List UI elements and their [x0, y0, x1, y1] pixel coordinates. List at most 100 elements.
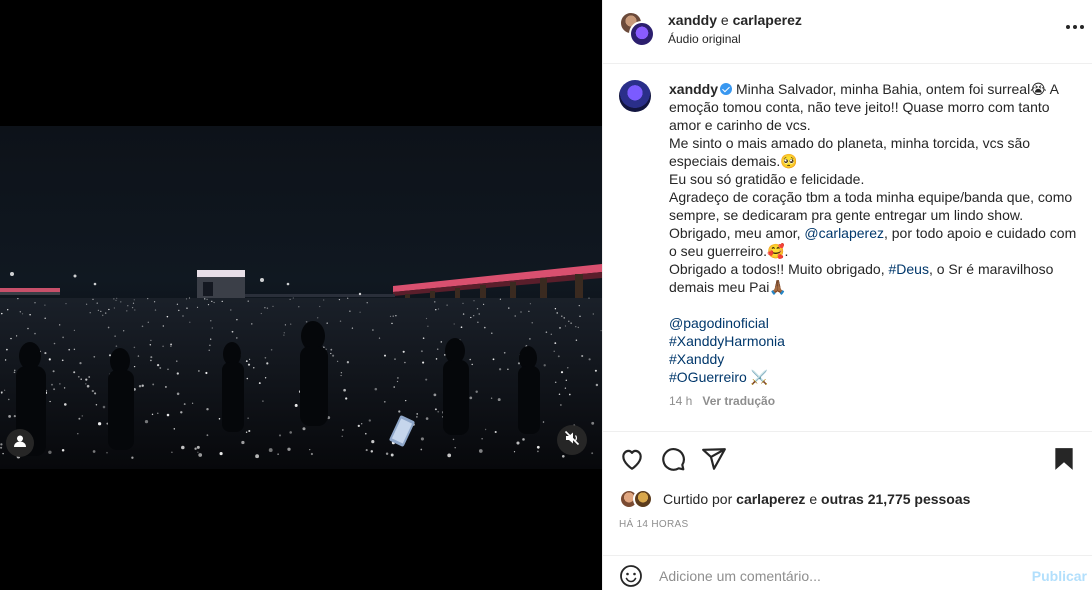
mention-link[interactable]: @carlaperez [804, 225, 884, 241]
crowd-light [150, 339, 152, 342]
liker-link[interactable]: carlaperez [736, 491, 805, 507]
crowd-light [561, 454, 565, 458]
crowd-light [249, 358, 251, 360]
like-button[interactable] [619, 446, 645, 472]
crowd-light [477, 321, 479, 323]
crowd-light [206, 298, 208, 300]
crowd-light [508, 307, 510, 309]
crowd-light [253, 367, 255, 369]
crowd-light [425, 417, 429, 420]
crowd-light [196, 306, 199, 309]
audio-link[interactable]: Áudio original [668, 32, 741, 46]
crowd-light [498, 368, 502, 371]
crowd-light [61, 448, 65, 452]
crowd-light [323, 299, 325, 301]
crowd-light [197, 451, 199, 453]
crowd-light [80, 378, 82, 380]
crowd-light [588, 358, 591, 361]
crowd-light [556, 312, 558, 314]
hashtag-link[interactable]: #Xanddy [669, 350, 1079, 368]
crowd-light [405, 399, 407, 402]
crowd-light [101, 314, 104, 317]
share-button[interactable] [701, 446, 727, 472]
emoji-button[interactable] [619, 564, 643, 588]
comment-button[interactable] [660, 446, 686, 472]
crowd-light [97, 422, 102, 426]
crowd-light [210, 320, 212, 322]
crowd-light [170, 343, 173, 346]
publish-button[interactable]: Publicar [1032, 568, 1087, 584]
crowd-light [150, 356, 153, 359]
crowd-light [591, 421, 595, 425]
crowd-light [529, 303, 532, 305]
crowd-light [170, 345, 172, 347]
translate-link[interactable]: Ver tradução [702, 394, 775, 408]
crowd-light [115, 345, 118, 347]
hashtag-link[interactable]: #OGuerreiro ⚔️ [669, 368, 1079, 386]
crowd-light [63, 403, 67, 406]
mention-link[interactable]: @pagodinoficial [669, 314, 1079, 332]
crowd-light [159, 367, 162, 369]
avatar[interactable] [633, 489, 653, 509]
concert-video[interactable] [0, 126, 602, 469]
hashtag-link[interactable]: #Deus [888, 261, 928, 277]
crowd-light [554, 308, 557, 310]
crowd-light [570, 322, 572, 324]
crowd-light [211, 327, 213, 329]
crowd-light [567, 367, 569, 369]
crowd-light [366, 302, 368, 304]
mute-toggle-button[interactable] [557, 425, 587, 455]
crowd-light [476, 308, 479, 310]
save-button[interactable] [1051, 446, 1077, 472]
likes-count-link[interactable]: outras 21,775 pessoas [821, 491, 970, 507]
crowd-light [437, 410, 440, 413]
tagged-users-button[interactable] [6, 429, 34, 457]
crowd-light [460, 326, 463, 329]
crowd-light [126, 310, 128, 312]
crowd-light [153, 301, 156, 303]
crowd-light [378, 337, 381, 339]
crowd-light [44, 304, 46, 306]
crowd-light [370, 450, 374, 453]
crowd-light [181, 445, 185, 450]
crowd-light [185, 298, 188, 300]
crowd-light [231, 330, 234, 333]
caption-time[interactable]: 14 h [669, 394, 692, 408]
crowd-light [557, 355, 560, 358]
crowd-light [219, 452, 223, 456]
crowd-light [284, 324, 287, 326]
more-options-icon [1065, 17, 1085, 35]
crowd-light [372, 329, 374, 331]
crowd-light [88, 376, 91, 378]
crowd-light [553, 350, 555, 352]
crowd-light [132, 302, 135, 304]
comment-input[interactable] [659, 566, 1019, 586]
crowd-light [330, 352, 332, 355]
crowd-light [85, 378, 88, 381]
more-options-button[interactable] [1063, 14, 1087, 38]
crowd-light [564, 387, 567, 389]
author-link[interactable]: xanddy [668, 12, 717, 28]
avatar [629, 21, 655, 47]
crowd-light [283, 332, 285, 334]
crowd-light [338, 298, 341, 301]
crowd-light [484, 428, 487, 431]
post-timestamp[interactable]: HÁ 14 HORAS [619, 519, 688, 530]
crowd-light [473, 300, 475, 302]
hashtag-link[interactable]: #XanddyHarmonia [669, 332, 1079, 350]
avatar[interactable] [619, 80, 651, 112]
crowd-light [491, 332, 493, 335]
caption-username[interactable]: xanddy [669, 81, 718, 97]
crowd-light [531, 322, 533, 324]
collab-avatars[interactable] [619, 11, 655, 47]
crowd-light [434, 301, 436, 303]
crowd-light [176, 372, 179, 375]
crowd-light [330, 348, 333, 351]
author-link[interactable]: carlaperez [733, 12, 802, 28]
crowd-light [246, 377, 249, 380]
crowd-light [545, 331, 548, 333]
crowd-light [17, 298, 19, 300]
crowd-light [92, 298, 94, 300]
crowd-light [444, 354, 446, 356]
